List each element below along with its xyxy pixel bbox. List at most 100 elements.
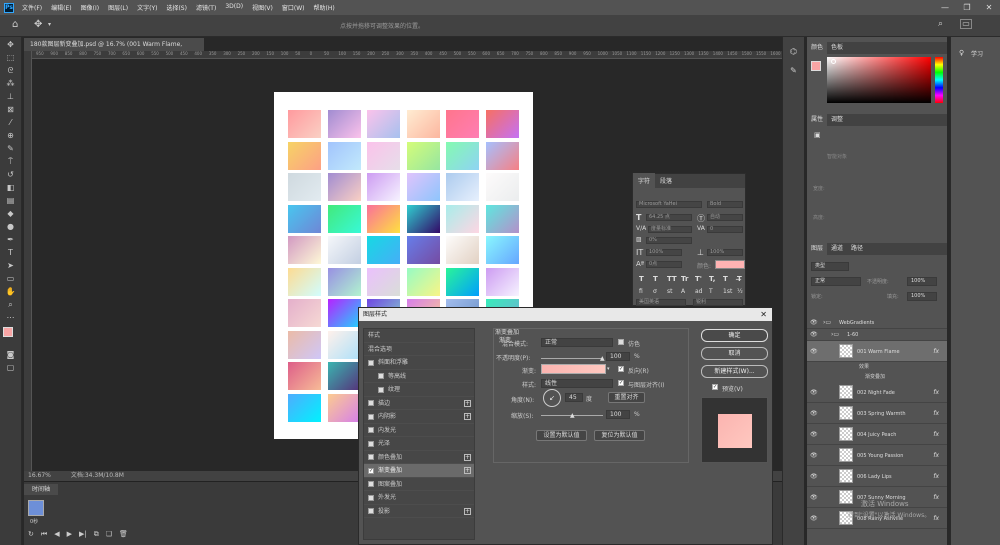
visibility-eye-icon[interactable]: 👁 [810, 431, 818, 438]
reset-align-button[interactable]: 重置对齐 [608, 392, 645, 403]
menu-item[interactable]: 窗口(W) [282, 3, 305, 12]
text-color-swatch[interactable] [715, 260, 745, 269]
add-style-icon[interactable]: + [464, 399, 471, 407]
tab-timeline[interactable]: 时间轴 [24, 484, 58, 495]
crop-tool-icon[interactable]: ⊥ [4, 91, 18, 102]
horizontal-scale-field[interactable]: 100% [707, 249, 743, 256]
gradient-dropdown-icon[interactable]: ▾ [607, 366, 610, 372]
more-tools-icon[interactable]: ⋯ [4, 312, 18, 323]
eyedropper-tool-icon[interactable]: ⁄ [4, 117, 18, 128]
menu-item[interactable]: 3D(D) [225, 3, 243, 12]
tab-adjustments[interactable]: 调整 [827, 114, 847, 126]
align-checkbox[interactable]: ✓ [618, 380, 624, 386]
minimize-button[interactable]: — [934, 0, 956, 15]
tracking-field[interactable]: 0 [707, 226, 743, 233]
opentype-button[interactable]: ½ [737, 288, 746, 295]
add-style-icon[interactable]: + [464, 507, 471, 515]
quick-select-tool-icon[interactable]: ⁂ [4, 78, 18, 89]
layer-subgroup-row[interactable]: 👁 ›▭ 1-60 [807, 329, 947, 341]
type-style-button[interactable]: TT [667, 275, 677, 283]
dialog-close-icon[interactable]: ✕ [760, 308, 767, 321]
scale-slider-handle[interactable]: ▲ [570, 412, 575, 419]
quick-mask-icon[interactable]: ◙ [4, 349, 18, 360]
zoom-level[interactable]: 16.67% [28, 472, 51, 479]
tool-preset-dropdown-icon[interactable]: ▾ [48, 21, 51, 28]
style-checkbox[interactable] [378, 386, 384, 393]
menu-item[interactable]: 图层(L) [108, 3, 128, 12]
first-frame-icon[interactable]: ⏮ [41, 530, 47, 539]
marquee-tool-icon[interactable]: ⬚ [4, 52, 18, 63]
menu-item[interactable]: 选择(S) [166, 3, 187, 12]
delete-frame-icon[interactable]: 🗑 [119, 530, 128, 539]
style-item[interactable]: 内发光 [364, 424, 474, 437]
scale-field[interactable]: 0% [646, 237, 692, 244]
angle-field[interactable]: 45 [565, 393, 583, 402]
leading-field[interactable]: 自动 [707, 214, 743, 221]
opentype-button[interactable]: ad [695, 288, 704, 295]
type-style-button[interactable]: T [653, 275, 662, 283]
layer-row[interactable]: 👁 006 Lady Lips fx [807, 466, 947, 487]
type-style-button[interactable]: T̶ [737, 275, 746, 283]
add-style-icon[interactable]: + [464, 413, 471, 420]
layer-opacity-field[interactable]: 100% [907, 277, 937, 286]
gradient-preview[interactable] [541, 364, 606, 374]
loop-icon[interactable]: ↻ [28, 530, 34, 539]
effect-item[interactable]: 渐变叠加 [865, 373, 885, 380]
fx-icon[interactable]: fx [933, 494, 939, 501]
zoom-tool-icon[interactable]: ⌕ [4, 299, 18, 310]
home-icon[interactable]: ⌂ [12, 19, 18, 30]
style-checkbox[interactable] [368, 454, 374, 460]
tab-character[interactable]: 字符 [633, 173, 656, 188]
layer-kind-filter[interactable]: 类型 [811, 262, 849, 271]
healing-brush-tool-icon[interactable]: ⊕ [4, 130, 18, 141]
fx-icon[interactable]: fx [933, 389, 939, 396]
opentype-button[interactable]: st [667, 288, 676, 295]
screen-mode-icon[interactable]: ▢ [4, 362, 18, 373]
style-checkbox[interactable] [368, 400, 374, 406]
style-checkbox[interactable] [368, 413, 374, 420]
baseline-field[interactable]: 0点 [646, 261, 682, 268]
style-item[interactable]: 颜色叠加 + [364, 451, 474, 464]
hand-tool-icon[interactable]: ✋ [4, 286, 18, 297]
style-item[interactable]: 外发光 [364, 491, 474, 505]
style-item[interactable]: 斜面和浮雕 [364, 356, 474, 370]
style-item[interactable]: ✓ 渐变叠加 + [364, 464, 474, 478]
workspace-icon[interactable]: ▭ [960, 19, 972, 29]
tab-color[interactable]: 颜色 [807, 42, 828, 54]
close-button[interactable]: ✕ [978, 0, 1000, 15]
layer-row[interactable]: 👁 001 Warm Flame fx [807, 341, 947, 362]
type-style-button[interactable]: T [639, 275, 648, 283]
style-checkbox[interactable] [368, 508, 374, 514]
history-icon[interactable]: ⌬ [788, 47, 800, 56]
style-checkbox[interactable] [368, 440, 374, 447]
visibility-eye-icon[interactable]: 👁 [810, 319, 818, 326]
style-item[interactable]: 描边 + [364, 397, 474, 410]
vertical-scale-field[interactable]: 100% [646, 249, 682, 256]
opacity-field[interactable]: 100 [606, 352, 630, 361]
visibility-eye-icon[interactable]: 👁 [810, 331, 818, 338]
style-checkbox[interactable] [368, 494, 374, 501]
visibility-eye-icon[interactable]: 👁 [810, 494, 818, 501]
style-item[interactable]: 投影 + [364, 505, 474, 518]
kerning-field[interactable]: 度量标准 [648, 226, 692, 233]
menu-item[interactable]: 编辑(E) [51, 3, 71, 12]
duplicate-frame-icon[interactable]: ❏ [106, 530, 112, 539]
opentype-button[interactable]: ơ [653, 288, 662, 295]
type-style-button[interactable]: T, [709, 275, 718, 283]
add-style-icon[interactable]: + [464, 467, 471, 474]
color-picker-cursor[interactable] [831, 59, 836, 64]
type-style-button[interactable]: T [723, 275, 732, 283]
visibility-eye-icon[interactable]: 👁 [810, 452, 818, 459]
color-fg-swatch[interactable] [811, 61, 821, 71]
frame-tool-icon[interactable]: ⊠ [4, 104, 18, 115]
preview-checkbox[interactable]: ✓ [712, 384, 718, 390]
tab-paths[interactable]: 路径 [847, 243, 867, 255]
opentype-button[interactable]: 1st [723, 288, 732, 295]
layer-row[interactable]: 👁 005 Young Passion fx [807, 445, 947, 466]
visibility-eye-icon[interactable]: 👁 [810, 515, 818, 522]
blend-options-item[interactable]: 混合选项 [364, 343, 474, 356]
style-item[interactable]: 等高线 [364, 370, 474, 383]
tab-channels[interactable]: 通道 [827, 243, 847, 255]
layer-row[interactable]: 👁 004 Juicy Peach fx [807, 424, 947, 445]
angle-dial-icon[interactable]: ↙ [543, 389, 561, 407]
